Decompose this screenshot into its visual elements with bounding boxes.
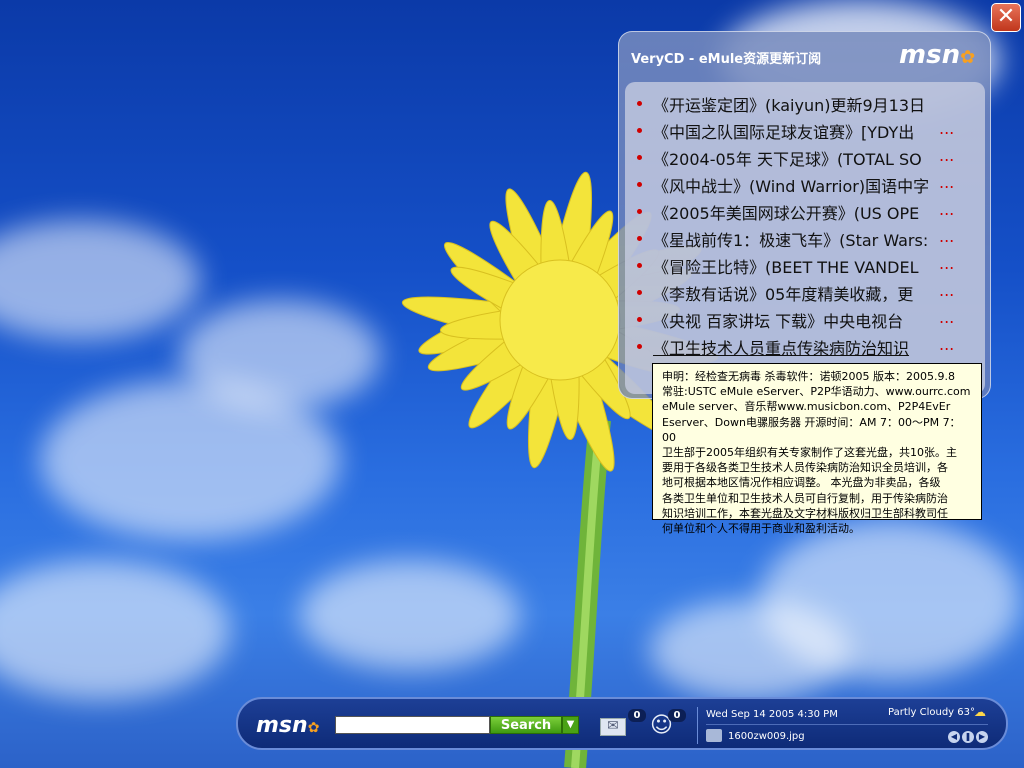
tooltip-line: 常驻:USTC eMule eServer、P2P华语动力、www.ourrc.… xyxy=(662,385,971,399)
search-input[interactable] xyxy=(335,716,490,734)
bullet-icon xyxy=(637,290,642,295)
dropdown-arrow-icon: ▼ xyxy=(566,719,575,730)
ellipsis: ... xyxy=(939,227,955,246)
news-item[interactable]: 《李敖有话说》05年度精美收藏，更... xyxy=(625,279,970,305)
bullet-icon xyxy=(637,128,642,133)
search-dropdown-button[interactable]: ▼ xyxy=(562,716,579,734)
previous-icon[interactable]: ◀ xyxy=(948,731,960,743)
tooltip-line: 各类卫生单位和卫生技术人员可自行复制，用于传染病防治 xyxy=(662,491,948,505)
news-item[interactable]: 《冒险王比特》(BEET THE VANDEL... xyxy=(625,252,970,278)
weather-text[interactable]: Partly Cloudy 63° xyxy=(888,707,975,718)
msn-logo: msn✿ xyxy=(899,40,976,70)
ellipsis: ... xyxy=(939,146,955,165)
bullet-icon xyxy=(637,101,642,106)
ellipsis: ... xyxy=(939,200,955,219)
msn-butterfly-icon: ✿ xyxy=(960,47,976,68)
msn-logo[interactable]: msn✿ xyxy=(256,713,319,738)
bullet-icon xyxy=(637,344,642,349)
tooltip-line: 要用于各级各类卫生技术人员传染病防治知识全员培训，各 xyxy=(662,461,948,475)
tooltip-line: 卫生部于2005年组织有关专家制作了这套光盘，共10张。主 xyxy=(662,446,957,460)
tooltip-line: 知识培训工作，本套光盘及文字材料版权归卫生部科教司任 xyxy=(662,506,948,520)
bullet-icon xyxy=(637,155,642,160)
weather-icon[interactable]: ☁ xyxy=(974,705,986,719)
news-tooltip: 申明：经检查无病毒 杀毒软件：诺顿2005 版本：2005.9.8 常驻:UST… xyxy=(652,363,982,535)
messenger-count-badge: 0 xyxy=(668,709,686,722)
news-item[interactable]: 《2004-05年 天下足球》(TOTAL SO... xyxy=(625,144,970,170)
bullet-icon xyxy=(637,317,642,322)
search-button[interactable]: Search xyxy=(490,716,562,734)
ellipsis: ... xyxy=(939,254,955,273)
mail-count-badge: 0 xyxy=(628,709,646,722)
rss-feed-panel: VeryCD - eMule资源更新订阅 msn✿ 《开运鉴定团》(kaiyun… xyxy=(618,31,991,399)
date-time: Wed Sep 14 2005 4:30 PM xyxy=(706,709,838,720)
tooltip-line: eMule server、音乐帮www.musicbon.com、P2P4EvE… xyxy=(662,400,951,414)
news-item[interactable]: 《开运鉴定团》(kaiyun)更新9月13日 xyxy=(625,90,970,116)
bullet-icon xyxy=(637,263,642,268)
news-item[interactable]: 《中国之队国际足球友谊赛》[YDY出... xyxy=(625,117,970,143)
close-icon: ✕ xyxy=(996,4,1016,29)
msn-butterfly-icon: ✿ xyxy=(307,720,320,736)
close-button[interactable]: ✕ xyxy=(991,3,1021,32)
tooltip-line: 地可根据本地区情况作相应调整。 本光盘为非卖品，各级 xyxy=(662,476,941,490)
news-list: 《开运鉴定团》(kaiyun)更新9月13日 《中国之队国际足球友谊赛》[YDY… xyxy=(625,82,985,394)
pause-icon[interactable]: ❚ xyxy=(962,731,974,743)
wallpaper-filename: 1600zw009.jpg xyxy=(728,731,805,742)
news-item[interactable]: 《风中战士》(Wind Warrior)国语中字... xyxy=(625,171,970,197)
msn-deskbar: msn✿ Search ▼ ✉ 0 ☺ 0 Wed Sep 14 2005 4:… xyxy=(236,697,1008,750)
tooltip-line: Eserver、Down电骡服务器 开源时间：AM 7：00～PM 7：00 xyxy=(662,415,961,444)
tooltip-line: 何单位和个人不得用于商业和盈利活动。 xyxy=(662,522,860,536)
news-item[interactable]: 《2005年美国网球公开赛》(US OPE... xyxy=(625,198,970,224)
divider xyxy=(706,724,988,725)
ellipsis: ... xyxy=(939,119,955,138)
mail-icon: ✉ xyxy=(607,718,619,734)
ellipsis: ... xyxy=(939,335,955,354)
bullet-icon xyxy=(637,182,642,187)
ellipsis: ... xyxy=(939,281,955,300)
news-item[interactable]: 《央视 百家讲坛 下载》中央电视台... xyxy=(625,306,970,332)
ellipsis: ... xyxy=(939,308,955,327)
news-item[interactable]: 《星战前传1：极速飞车》(Star Wars:... xyxy=(625,225,970,251)
bullet-icon xyxy=(637,209,642,214)
camera-icon[interactable] xyxy=(706,729,722,742)
mail-button[interactable]: ✉ xyxy=(600,718,626,736)
panel-title: VeryCD - eMule资源更新订阅 xyxy=(631,52,822,67)
next-icon[interactable]: ▶ xyxy=(976,731,988,743)
tooltip-line: 申明：经检查无病毒 杀毒软件：诺顿2005 版本：2005.9.8 xyxy=(662,370,955,383)
divider xyxy=(697,707,698,744)
ellipsis: ... xyxy=(939,173,955,192)
bullet-icon xyxy=(637,236,642,241)
news-item-hovered[interactable]: 《卫生技术人员重点传染病防治知识... xyxy=(625,333,970,359)
